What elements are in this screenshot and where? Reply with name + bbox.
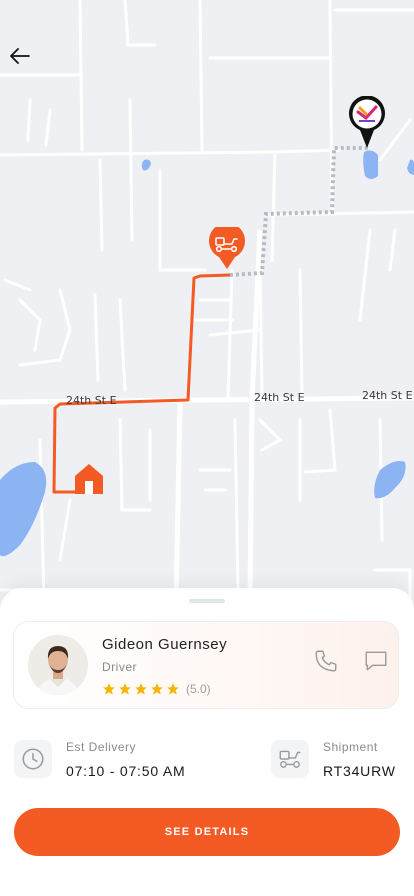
call-button[interactable]: [313, 648, 339, 674]
chat-button[interactable]: [363, 648, 389, 674]
street-label: 24th St E: [66, 394, 117, 407]
shipment-label: Shipment: [323, 740, 378, 754]
courier-pin-icon[interactable]: [208, 227, 246, 271]
shipment-icon-box: [271, 740, 309, 778]
back-button[interactable]: [8, 44, 38, 74]
clock-icon: [22, 748, 44, 770]
scooter-icon: [279, 750, 301, 768]
driver-card: Gideon Guernsey Driver (5.0): [13, 621, 399, 709]
chat-bubble-icon: [365, 651, 387, 671]
rating-value: (5.0): [186, 682, 211, 696]
driver-name: Gideon Guernsey: [102, 636, 228, 653]
star-icon: [135, 683, 147, 695]
star-icon: [167, 683, 179, 695]
see-details-button[interactable]: SEE DETAILS: [14, 808, 400, 856]
delivery-label: Est Delivery: [66, 740, 137, 754]
delivery-icon-box: [14, 740, 52, 778]
arrow-left-icon: [10, 48, 30, 64]
store-pin-icon[interactable]: [347, 96, 387, 150]
street-label: 24th St E: [362, 389, 413, 402]
bottom-sheet: Gideon Guernsey Driver (5.0) Est Deliver: [0, 588, 414, 896]
sheet-drag-handle[interactable]: [189, 599, 225, 603]
driver-avatar: [28, 635, 88, 695]
delivery-time: 07:10 - 07:50 AM: [66, 763, 186, 779]
driver-role: Driver: [102, 660, 137, 674]
map-view[interactable]: 24th St E 24th St E 24th St E: [0, 0, 414, 620]
phone-icon: [315, 650, 337, 672]
map-canvas: [0, 0, 414, 620]
star-icon: [103, 683, 115, 695]
star-icon: [151, 683, 163, 695]
shipment-id: RT34URW: [323, 763, 396, 779]
home-pin-icon[interactable]: [73, 462, 105, 494]
street-label: 24th St E: [254, 391, 305, 404]
star-icon: [119, 683, 131, 695]
driver-rating: (5.0): [102, 682, 211, 696]
